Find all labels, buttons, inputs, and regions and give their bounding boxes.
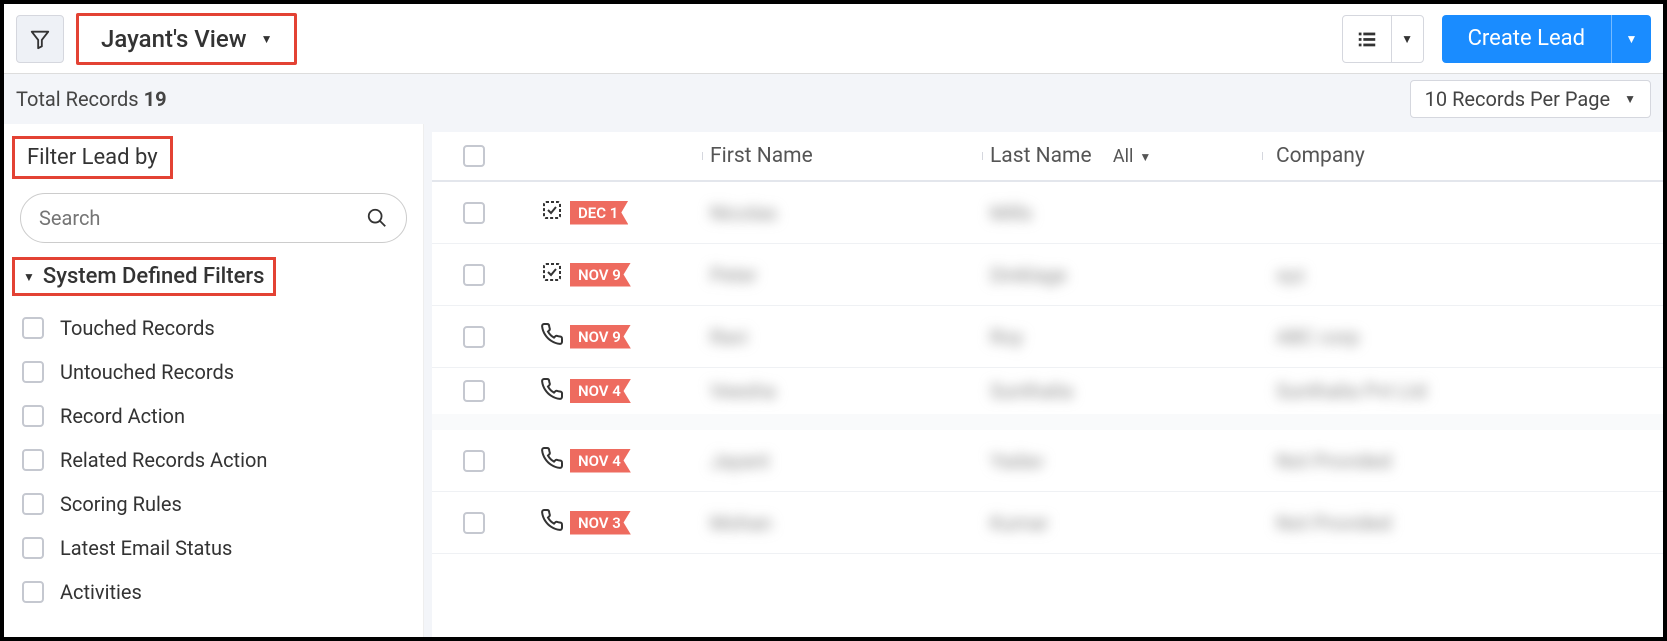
filter-label: Scoring Rules (60, 492, 182, 516)
caret-down-icon: ▼ (1139, 150, 1151, 164)
checkbox[interactable] (22, 581, 44, 603)
date-flag: NOV 4 (570, 449, 631, 473)
filter-item[interactable]: Touched Records (22, 306, 405, 350)
search-icon (366, 207, 388, 229)
list-icon (1343, 28, 1391, 50)
company-cell: Not Provided (1276, 449, 1391, 473)
list-view-button[interactable]: ▼ (1342, 15, 1424, 63)
filter-item[interactable]: Record Action (22, 394, 405, 438)
last-name-cell: Sunthalia (990, 379, 1073, 403)
table-row[interactable]: NOV 9 Ravi Roy ABC corp (432, 306, 1663, 368)
checkbox[interactable] (22, 405, 44, 427)
filter-label: Activities (60, 580, 142, 604)
filter-label: Touched Records (60, 316, 215, 340)
col-company[interactable]: Company (1262, 144, 1663, 168)
last-name-cell: Roy (990, 325, 1023, 349)
last-name-cell: Kumar (990, 511, 1049, 535)
task-icon (540, 198, 564, 227)
caret-down-icon: ▼ (1624, 92, 1636, 106)
first-name-cell: Nicolas (710, 201, 777, 225)
date-flag: NOV 9 (570, 325, 631, 349)
table-row[interactable]: NOV 4 Veesha Sunthalia Sunthalia Pvt Ltd (432, 368, 1663, 430)
first-name-cell: Ravi (710, 325, 748, 349)
view-name: Jayant's View (101, 25, 247, 53)
first-name-cell: Peter (710, 263, 757, 287)
search-input[interactable] (39, 206, 366, 230)
row-checkbox[interactable] (463, 264, 485, 286)
phone-icon (540, 446, 564, 475)
filter-title: Filter Lead by (12, 136, 173, 179)
last-name-cell: Yadav (990, 449, 1044, 473)
phone-icon (540, 508, 564, 537)
caret-down-icon: ▼ (1611, 15, 1651, 63)
company-cell: ABC corp (1276, 325, 1359, 349)
date-flag: NOV 4 (570, 379, 631, 403)
phone-icon (540, 322, 564, 351)
row-checkbox[interactable] (463, 512, 485, 534)
checkbox[interactable] (22, 537, 44, 559)
records-per-page-label: 10 Records Per Page (1425, 87, 1610, 111)
date-flag: NOV 9 (570, 263, 631, 287)
table-row[interactable]: NOV 9 Peter Dinklage xyz (432, 244, 1663, 306)
task-icon (540, 260, 564, 289)
filter-item[interactable]: Latest Email Status (22, 526, 405, 570)
filter-label: Record Action (60, 404, 185, 428)
filter-search[interactable] (20, 193, 407, 243)
row-checkbox[interactable] (463, 380, 485, 402)
date-flag: DEC 1 (570, 201, 628, 225)
caret-down-icon: ▼ (1391, 16, 1423, 62)
col-last-name[interactable]: Last Name All ▼ (982, 144, 1262, 168)
table-row[interactable]: DEC 1 Nicolas Mills (432, 182, 1663, 244)
triangle-down-icon: ▼ (23, 270, 35, 284)
row-checkbox[interactable] (463, 202, 485, 224)
checkbox[interactable] (22, 361, 44, 383)
filter-item[interactable]: Untouched Records (22, 350, 405, 394)
col-first-name[interactable]: First Name (702, 144, 982, 168)
records-per-page-dropdown[interactable]: 10 Records Per Page ▼ (1410, 80, 1651, 118)
phone-icon (540, 377, 564, 406)
last-name-filter-dropdown[interactable]: All ▼ (1113, 146, 1151, 167)
filter-item[interactable]: Related Records Action (22, 438, 405, 482)
filter-label: Latest Email Status (60, 536, 232, 560)
first-name-cell: Mohan (710, 511, 772, 535)
filter-sidebar: Filter Lead by ▼ System Defined Filters … (4, 124, 424, 637)
total-records-count: 19 (144, 87, 167, 111)
filter-icon-button[interactable] (16, 15, 64, 63)
view-dropdown[interactable]: Jayant's View ▼ (76, 13, 297, 65)
date-flag: NOV 3 (570, 511, 631, 535)
row-checkbox[interactable] (463, 450, 485, 472)
company-cell: Sunthalia Pvt Ltd (1276, 379, 1427, 403)
table-row[interactable]: NOV 3 Mohan Kumar Not Provided (432, 492, 1663, 554)
checkbox[interactable] (22, 493, 44, 515)
table-header: First Name Last Name All ▼ Company (432, 132, 1663, 182)
caret-down-icon: ▼ (261, 32, 273, 46)
row-checkbox[interactable] (463, 326, 485, 348)
last-name-cell: Mills (990, 201, 1032, 225)
col-last-name-label: Last Name (990, 144, 1092, 168)
total-records-label: Total Records (16, 87, 139, 111)
first-name-cell: Jayant (710, 449, 770, 473)
filter-label: Untouched Records (60, 360, 234, 384)
checkbox[interactable] (22, 317, 44, 339)
checkbox[interactable] (22, 449, 44, 471)
table-row[interactable]: NOV 4 Jayant Yadav Not Provided (432, 430, 1663, 492)
create-lead-button[interactable]: Create Lead ▼ (1442, 15, 1651, 63)
filter-label: Related Records Action (60, 448, 267, 472)
company-cell: Not Provided (1276, 511, 1391, 535)
company-cell: xyz (1276, 263, 1305, 287)
last-name-cell: Dinklage (990, 263, 1067, 287)
select-all-checkbox[interactable] (463, 145, 485, 167)
filter-item[interactable]: Activities (22, 570, 405, 614)
create-lead-label: Create Lead (1442, 26, 1611, 51)
system-defined-filters-toggle[interactable]: ▼ System Defined Filters (12, 257, 276, 296)
system-defined-filters-label: System Defined Filters (43, 264, 265, 289)
funnel-icon (29, 28, 51, 50)
filter-item[interactable]: Scoring Rules (22, 482, 405, 526)
first-name-cell: Veesha (710, 379, 776, 403)
